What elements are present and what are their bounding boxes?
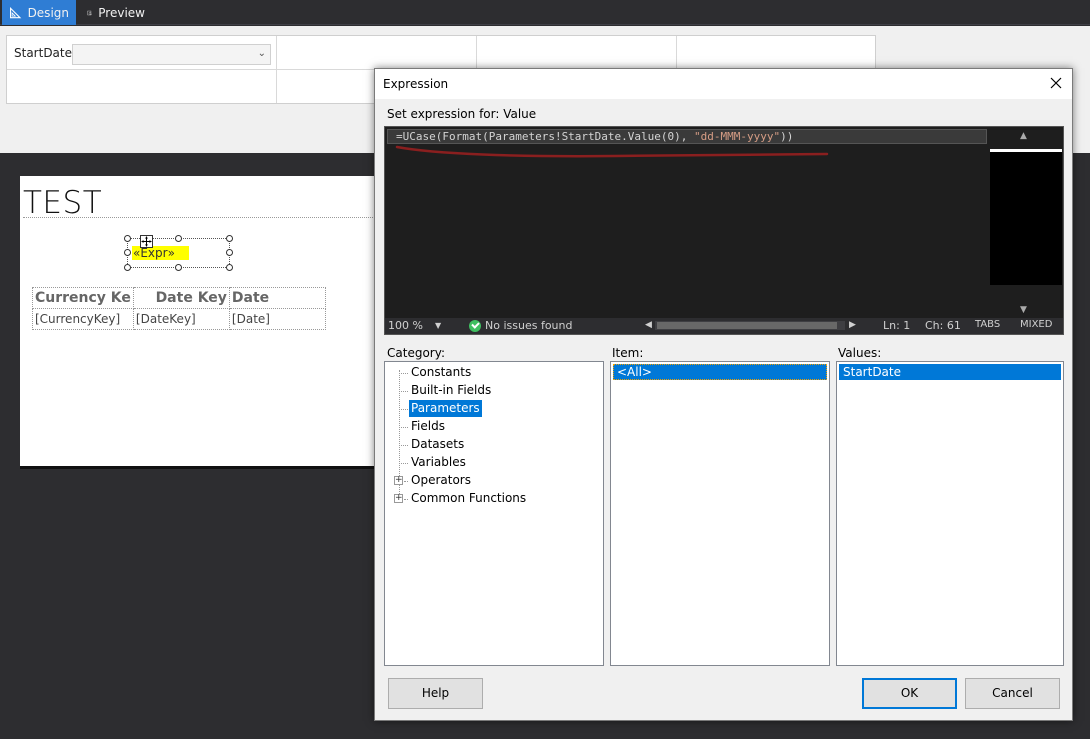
expand-plus-icon[interactable]: +	[394, 494, 403, 503]
category-label: Category:	[387, 346, 445, 360]
title-divider	[23, 217, 375, 218]
check-circle-icon	[469, 320, 481, 332]
tree-connector	[399, 427, 408, 428]
close-icon[interactable]	[1048, 75, 1064, 91]
scroll-thumb[interactable]	[990, 149, 1062, 285]
table-header-cell[interactable]: Date	[228, 287, 326, 309]
line-ending-indicator[interactable]: MIXED	[1020, 319, 1052, 330]
tree-item-label: Variables	[411, 455, 466, 469]
report-page[interactable]: TEST «Expr» Currency Ke Date Key Date [C…	[20, 176, 380, 469]
report-title[interactable]: TEST	[23, 185, 102, 221]
table-row: [CurrencyKey] [DateKey] [Date]	[32, 308, 326, 330]
scroll-left-icon[interactable]: ◀	[645, 320, 652, 330]
tree-item-label: Common Functions	[411, 491, 527, 505]
resize-handle[interactable]	[175, 264, 182, 271]
table-header-cell[interactable]: Date Key	[132, 287, 230, 309]
tree-item-label: Built-in Fields	[411, 383, 492, 397]
table-cell[interactable]: [DateKey]	[132, 308, 230, 330]
list-item[interactable]: <All>	[613, 364, 827, 380]
tree-connector	[404, 499, 408, 500]
tabs-indicator[interactable]: TABS	[975, 319, 1000, 330]
scroll-up-icon[interactable]: ▲	[1020, 131, 1027, 141]
resize-handle[interactable]	[124, 249, 131, 256]
issues-status: No issues found	[485, 319, 573, 332]
expand-plus-icon[interactable]: +	[394, 476, 403, 485]
set-expression-label: Set expression for: Value	[387, 107, 537, 121]
category-tree[interactable]: Constants Built-in Fields Parameters Fields…	[384, 361, 604, 666]
parameter-cell	[477, 36, 677, 70]
resize-handle[interactable]	[175, 235, 182, 242]
values-label: Values:	[838, 346, 882, 360]
table-header-row: Currency Ke Date Key Date	[32, 287, 326, 309]
horizontal-scroll-thumb[interactable]	[657, 322, 837, 329]
table-cell[interactable]: [CurrencyKey]	[32, 308, 134, 330]
values-list[interactable]: StartDate	[836, 361, 1064, 666]
table-cell[interactable]: [Date]	[228, 308, 326, 330]
dialog-title: Expression	[383, 77, 449, 91]
tree-connector	[399, 373, 408, 374]
help-button[interactable]: Help	[388, 678, 483, 709]
design-ruler-icon	[10, 6, 22, 18]
cancel-button[interactable]: Cancel	[965, 678, 1060, 709]
tree-item-label: Parameters	[409, 400, 482, 417]
tree-item-label: Fields	[411, 419, 445, 433]
annotation-underline	[395, 145, 829, 158]
tree-connector	[404, 481, 408, 482]
report-table[interactable]: Currency Ke Date Key Date [CurrencyKey] …	[32, 287, 326, 330]
expression-text-line[interactable]: =UCase(Format(Parameters!StartDate.Value…	[387, 129, 987, 144]
expression-placeholder: «Expr»	[132, 246, 189, 260]
tree-item-label: Operators	[411, 473, 471, 487]
expression-code-suffix: ))	[780, 130, 794, 143]
char-position: Ch: 61	[925, 319, 961, 332]
start-date-label: StartDate	[14, 46, 72, 60]
tab-design-label: Design	[27, 5, 69, 20]
expression-code: =UCase(Format(Parameters!StartDate.Value…	[396, 130, 695, 143]
item-list[interactable]: <All>	[610, 361, 830, 666]
line-number: Ln: 1	[883, 319, 911, 332]
tree-connector	[399, 445, 408, 446]
tree-connector	[399, 409, 408, 410]
dialog-titlebar: Expression	[375, 69, 1072, 99]
parameter-cell	[277, 36, 477, 70]
editor-status-bar: 100 % ▼ No issues found ◀ ▶ Ln: 1 Ch: 61…	[385, 318, 1063, 334]
resize-handle[interactable]	[124, 235, 131, 242]
expression-editor[interactable]: =UCase(Format(Parameters!StartDate.Value…	[384, 126, 1064, 335]
tree-item-label: Constants	[411, 365, 472, 379]
editor-vertical-scrollbar[interactable]: ▲ ▼	[989, 129, 1062, 317]
editor-horizontal-scrollbar[interactable]	[655, 321, 845, 330]
item-label: Item:	[612, 346, 644, 360]
tab-preview-label: Preview	[98, 5, 145, 20]
start-date-dropdown[interactable]: ⌄	[72, 44, 271, 65]
expression-dialog: Expression Set expression for: Value =UC…	[374, 68, 1073, 721]
scroll-down-icon[interactable]: ▼	[1020, 305, 1027, 315]
view-tab-strip: Design Preview	[0, 0, 1090, 25]
tree-connector	[399, 463, 408, 464]
expression-textbox[interactable]: «Expr»	[124, 235, 233, 271]
parameter-cell: StartDate ⌄	[7, 36, 277, 70]
tab-design[interactable]: Design	[2, 0, 76, 25]
parameter-cell	[7, 70, 277, 103]
zoom-level[interactable]: 100 %	[388, 319, 423, 332]
tab-preview[interactable]: Preview	[80, 0, 152, 25]
preview-icon	[87, 10, 92, 15]
list-item[interactable]: StartDate	[839, 364, 1061, 380]
resize-handle[interactable]	[226, 235, 233, 242]
tree-item-label: Datasets	[411, 437, 465, 451]
scroll-right-icon[interactable]: ▶	[849, 320, 856, 330]
resize-handle[interactable]	[124, 264, 131, 271]
zoom-dropdown-icon[interactable]: ▼	[435, 321, 441, 330]
ok-button[interactable]: OK	[862, 678, 957, 709]
chevron-down-icon[interactable]: ⌄	[258, 48, 266, 59]
resize-handle[interactable]	[226, 249, 233, 256]
tree-connector	[399, 391, 408, 392]
parameter-cell	[677, 36, 875, 70]
expression-string-literal: "dd-MMM-yyyy"	[694, 130, 781, 143]
table-header-cell[interactable]: Currency Ke	[32, 287, 134, 309]
move-icon[interactable]	[140, 235, 153, 248]
resize-handle[interactable]	[226, 264, 233, 271]
